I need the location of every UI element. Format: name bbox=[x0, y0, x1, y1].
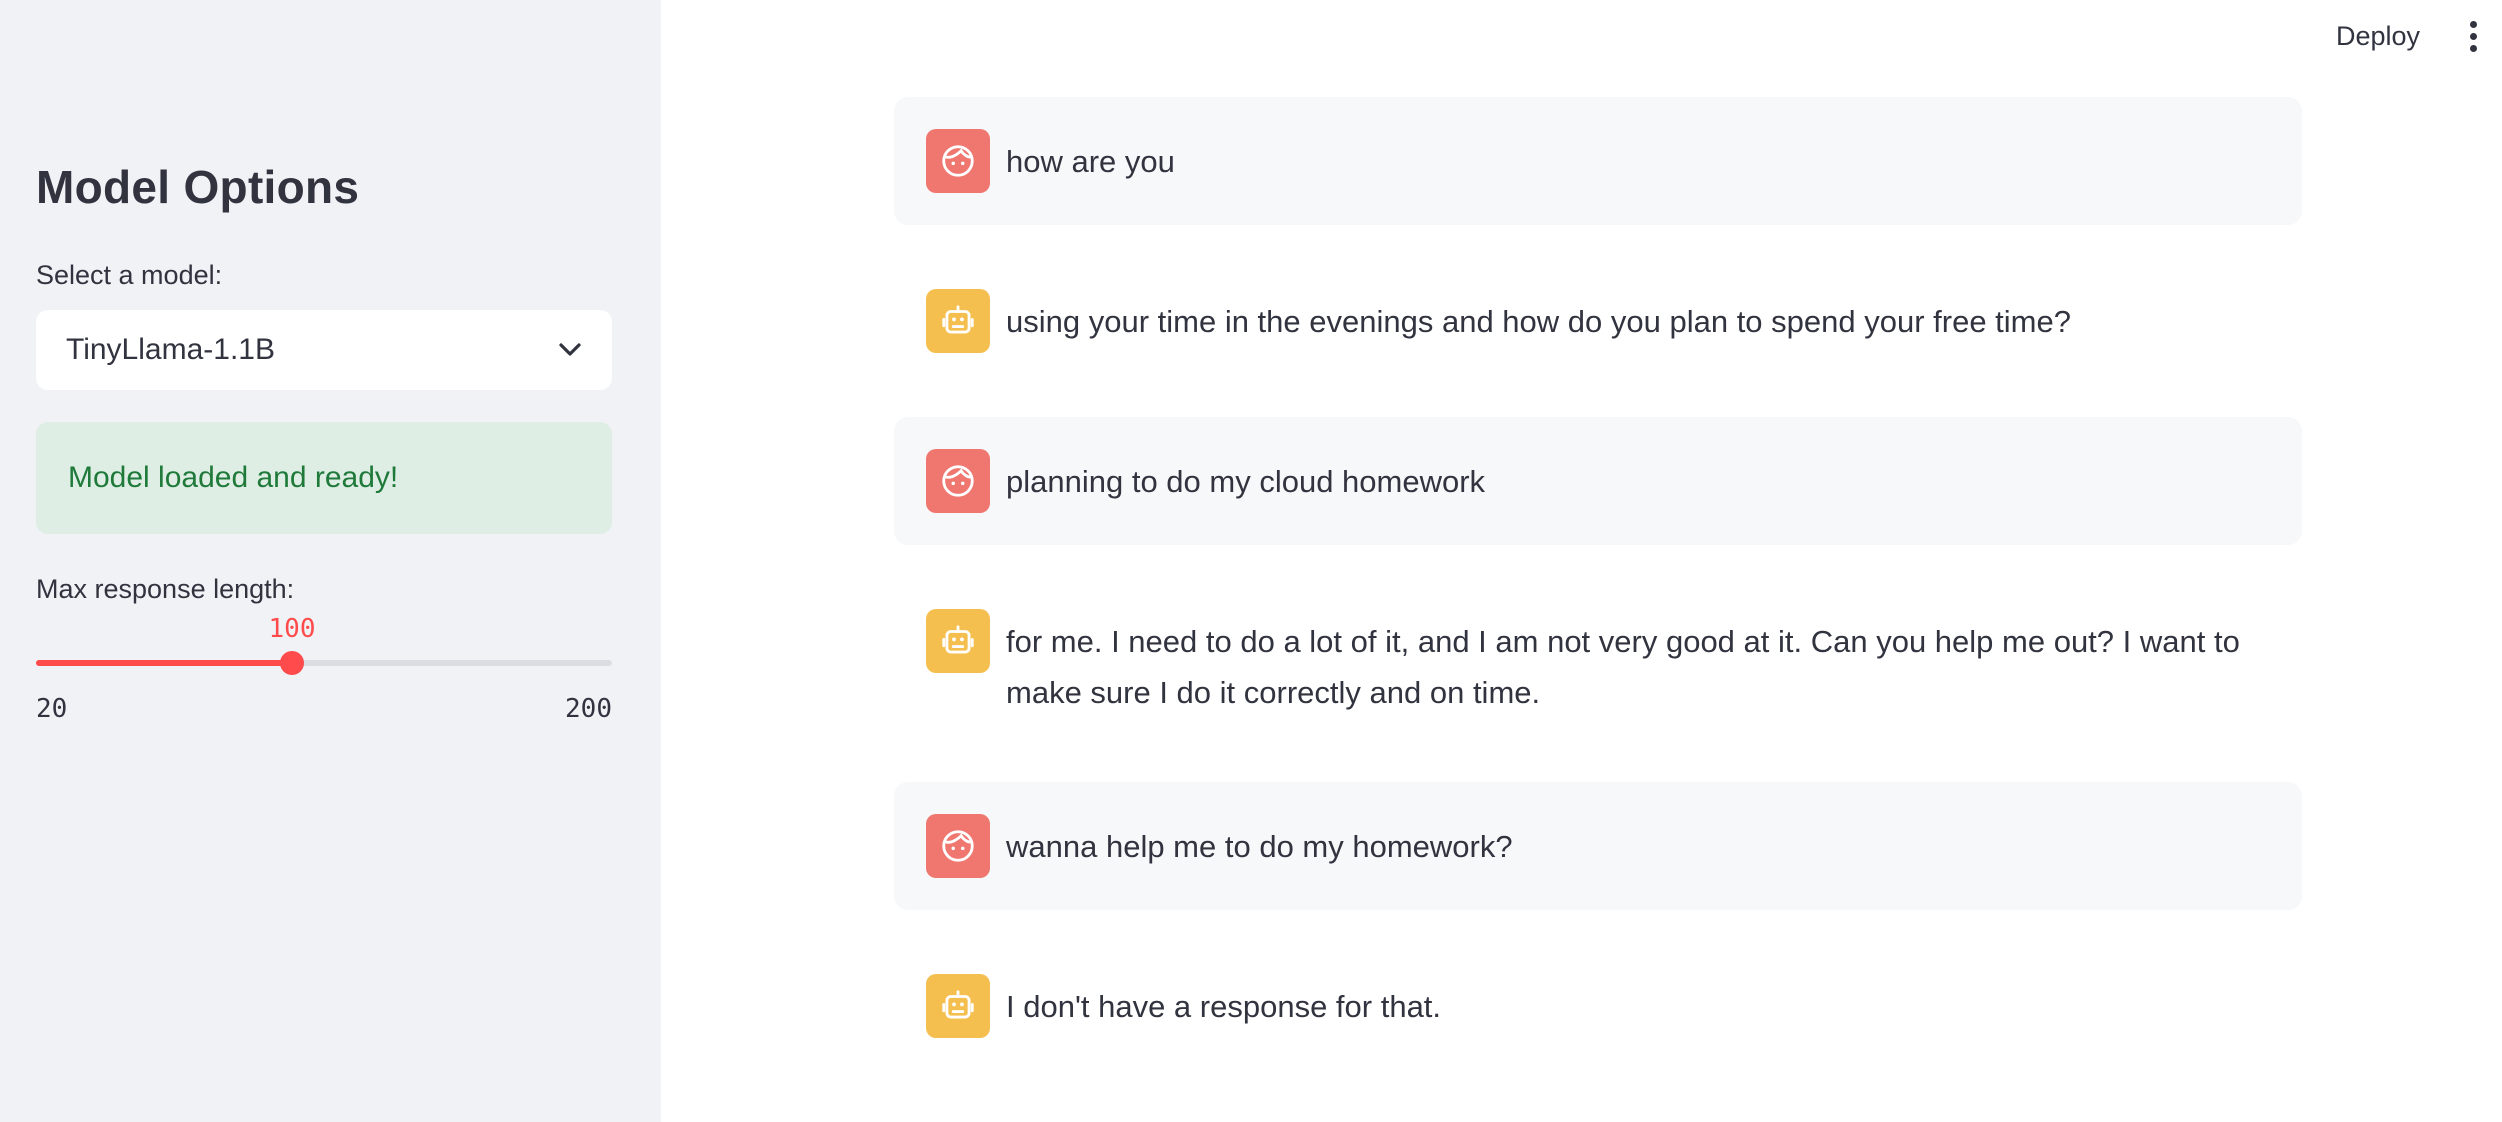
message-text: wanna help me to do my homework? bbox=[1006, 829, 1513, 864]
assistant-message: using your time in the evenings and how … bbox=[894, 257, 2302, 385]
slider-track[interactable] bbox=[36, 660, 612, 666]
user-face-icon bbox=[926, 449, 990, 513]
deploy-button[interactable]: Deploy bbox=[2320, 16, 2436, 56]
user-face-icon bbox=[926, 814, 990, 878]
status-alert: Model loaded and ready! bbox=[36, 422, 612, 534]
message-text: for me. I need to do a lot of it, and I … bbox=[1006, 624, 2240, 710]
kebab-menu-icon bbox=[2469, 20, 2477, 28]
assistant-message: for me. I need to do a lot of it, and I … bbox=[894, 577, 2302, 750]
slider-current-value: 100 bbox=[268, 614, 316, 644]
assistant-message: I don't have a response for that. bbox=[894, 942, 2302, 1070]
slider-thumb[interactable] bbox=[280, 651, 304, 675]
message-text: using your time in the evenings and how … bbox=[1006, 304, 2071, 339]
message-text: how are you bbox=[1006, 144, 1175, 179]
robot-icon bbox=[926, 289, 990, 353]
model-select-value: TinyLlama-1.1B bbox=[66, 333, 275, 366]
slider-label: Max response length: bbox=[36, 574, 295, 604]
message-text: I don't have a response for that. bbox=[1006, 989, 1442, 1024]
sidebar: Model Options Select a model: TinyLlama-… bbox=[0, 0, 661, 1122]
slider-max-label: 200 bbox=[565, 694, 612, 724]
user-message: how are you bbox=[894, 97, 2302, 225]
user-face-icon bbox=[926, 129, 990, 193]
chevron-down-icon bbox=[556, 336, 584, 364]
slider-min-label: 20 bbox=[36, 694, 68, 724]
robot-icon bbox=[926, 974, 990, 1038]
message-text: planning to do my cloud homework bbox=[1006, 464, 1486, 499]
sidebar-title: Model Options bbox=[36, 161, 360, 213]
user-message: wanna help me to do my homework? bbox=[894, 782, 2302, 910]
user-message: planning to do my cloud homework bbox=[894, 417, 2302, 545]
chat-history: how are you using your time in the evenin… bbox=[894, 97, 2302, 1102]
robot-icon bbox=[926, 609, 990, 673]
max-length-slider[interactable]: 100 20 200 bbox=[36, 610, 612, 730]
main-menu-button[interactable] bbox=[2458, 16, 2488, 56]
model-select[interactable]: TinyLlama-1.1B bbox=[36, 310, 612, 390]
status-message: Model loaded and ready! bbox=[68, 461, 399, 494]
model-select-label: Select a model: bbox=[36, 260, 223, 290]
slider-fill bbox=[36, 660, 292, 666]
